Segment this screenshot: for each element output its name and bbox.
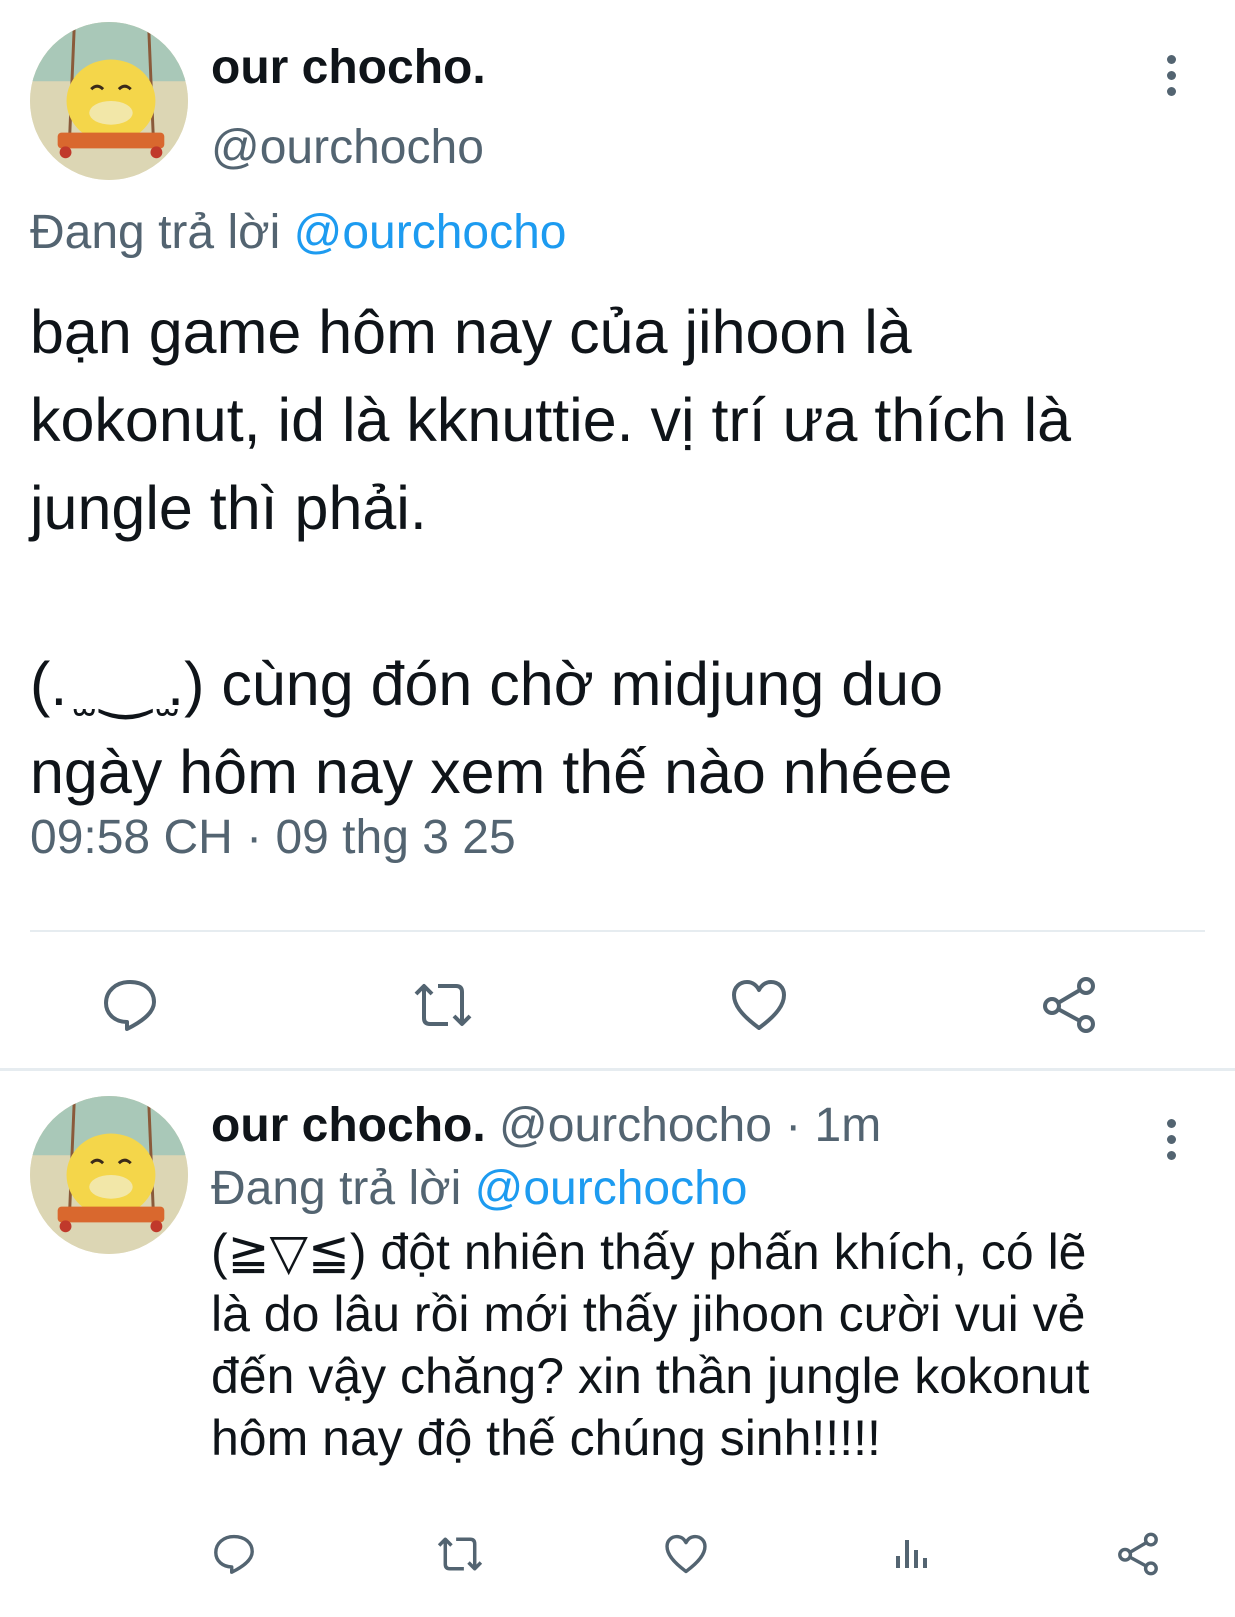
share-button[interactable] <box>1110 1526 1166 1582</box>
retweet-icon <box>437 1537 483 1571</box>
tweet-text: bạn game hôm nay của jihoon là kokonut, … <box>30 288 1230 816</box>
reply-icon <box>214 1534 254 1574</box>
reply-text: (≧▽≦) đột nhiên thấy phấn khích, có lẽ l… <box>211 1221 1221 1469</box>
retweet-icon <box>414 984 472 1026</box>
reply-header: our chocho. @ourchocho · 1m <box>211 1098 881 1153</box>
share-button[interactable] <box>1034 970 1104 1040</box>
reply-text-line: đến vậy chăng? xin thần jungle kokonut <box>211 1348 1090 1404</box>
reply-text-line: là do lâu rồi mới thấy jihoon cười vui v… <box>211 1286 1086 1342</box>
retweet-button[interactable] <box>408 970 478 1040</box>
more-options-icon[interactable] <box>1151 45 1191 105</box>
reply-icon <box>104 980 156 1031</box>
tweet-text-line: kokonut, id là kknuttie. vị trí ưa thích… <box>30 386 1072 454</box>
more-options-icon[interactable] <box>1151 1109 1191 1169</box>
tweet-thread-screen: our chocho. @ourchocho Đang trả lời @our… <box>0 0 1235 1617</box>
like-icon <box>732 980 786 1030</box>
psyduck-avatar-image <box>30 1096 188 1254</box>
replying-to: Đang trả lời @ourchocho <box>30 205 566 260</box>
reply-text-line: (≧▽≦) đột nhiên thấy phấn khích, có lẽ <box>211 1224 1087 1280</box>
reply-button[interactable] <box>206 1526 262 1582</box>
retweet-button[interactable] <box>432 1526 488 1582</box>
avatar[interactable] <box>30 22 188 180</box>
handle[interactable]: @ourchocho <box>211 120 484 175</box>
display-name[interactable]: our chocho. <box>211 1099 486 1152</box>
share-icon <box>1118 1532 1158 1576</box>
reply-tweet[interactable]: our chocho. @ourchocho · 1m Đang trả lời… <box>0 1071 1235 1617</box>
share-icon <box>1043 977 1095 1033</box>
psyduck-avatar-image <box>30 22 188 180</box>
tweet-text-line: bạn game hôm nay của jihoon là <box>30 298 912 366</box>
replying-prefix: Đang trả lời <box>211 1162 462 1215</box>
replying-to-mention[interactable]: @ourchocho <box>294 206 567 259</box>
replying-prefix: Đang trả lời <box>30 206 281 259</box>
main-tweet: our chocho. @ourchocho Đang trả lời @our… <box>0 0 1235 1068</box>
tweet-text-line: ngày hôm nay xem thế nào nhéee <box>30 738 953 806</box>
timestamp[interactable]: 09:58 CH · 09 thg 3 25 <box>30 810 516 865</box>
tweet-text-line: jungle thì phải. <box>30 474 427 542</box>
analytics-icon <box>896 1540 927 1568</box>
like-button[interactable] <box>724 970 794 1040</box>
handle-time[interactable]: @ourchocho · 1m <box>499 1099 881 1152</box>
analytics-button[interactable] <box>884 1526 940 1582</box>
reply-button[interactable] <box>95 970 165 1040</box>
divider <box>30 930 1205 932</box>
replying-to: Đang trả lời @ourchocho <box>211 1161 747 1216</box>
like-icon <box>665 1534 707 1574</box>
avatar[interactable] <box>30 1096 188 1254</box>
like-button[interactable] <box>658 1526 714 1582</box>
tweet-text-line: (. ̫ ‿ ̫.) cùng đón chờ midjung duo <box>30 650 944 718</box>
display-name[interactable]: our chocho. <box>211 40 486 95</box>
reply-text-line: hôm nay độ thế chúng sinh!!!!! <box>211 1410 881 1466</box>
replying-to-mention[interactable]: @ourchocho <box>475 1162 748 1215</box>
